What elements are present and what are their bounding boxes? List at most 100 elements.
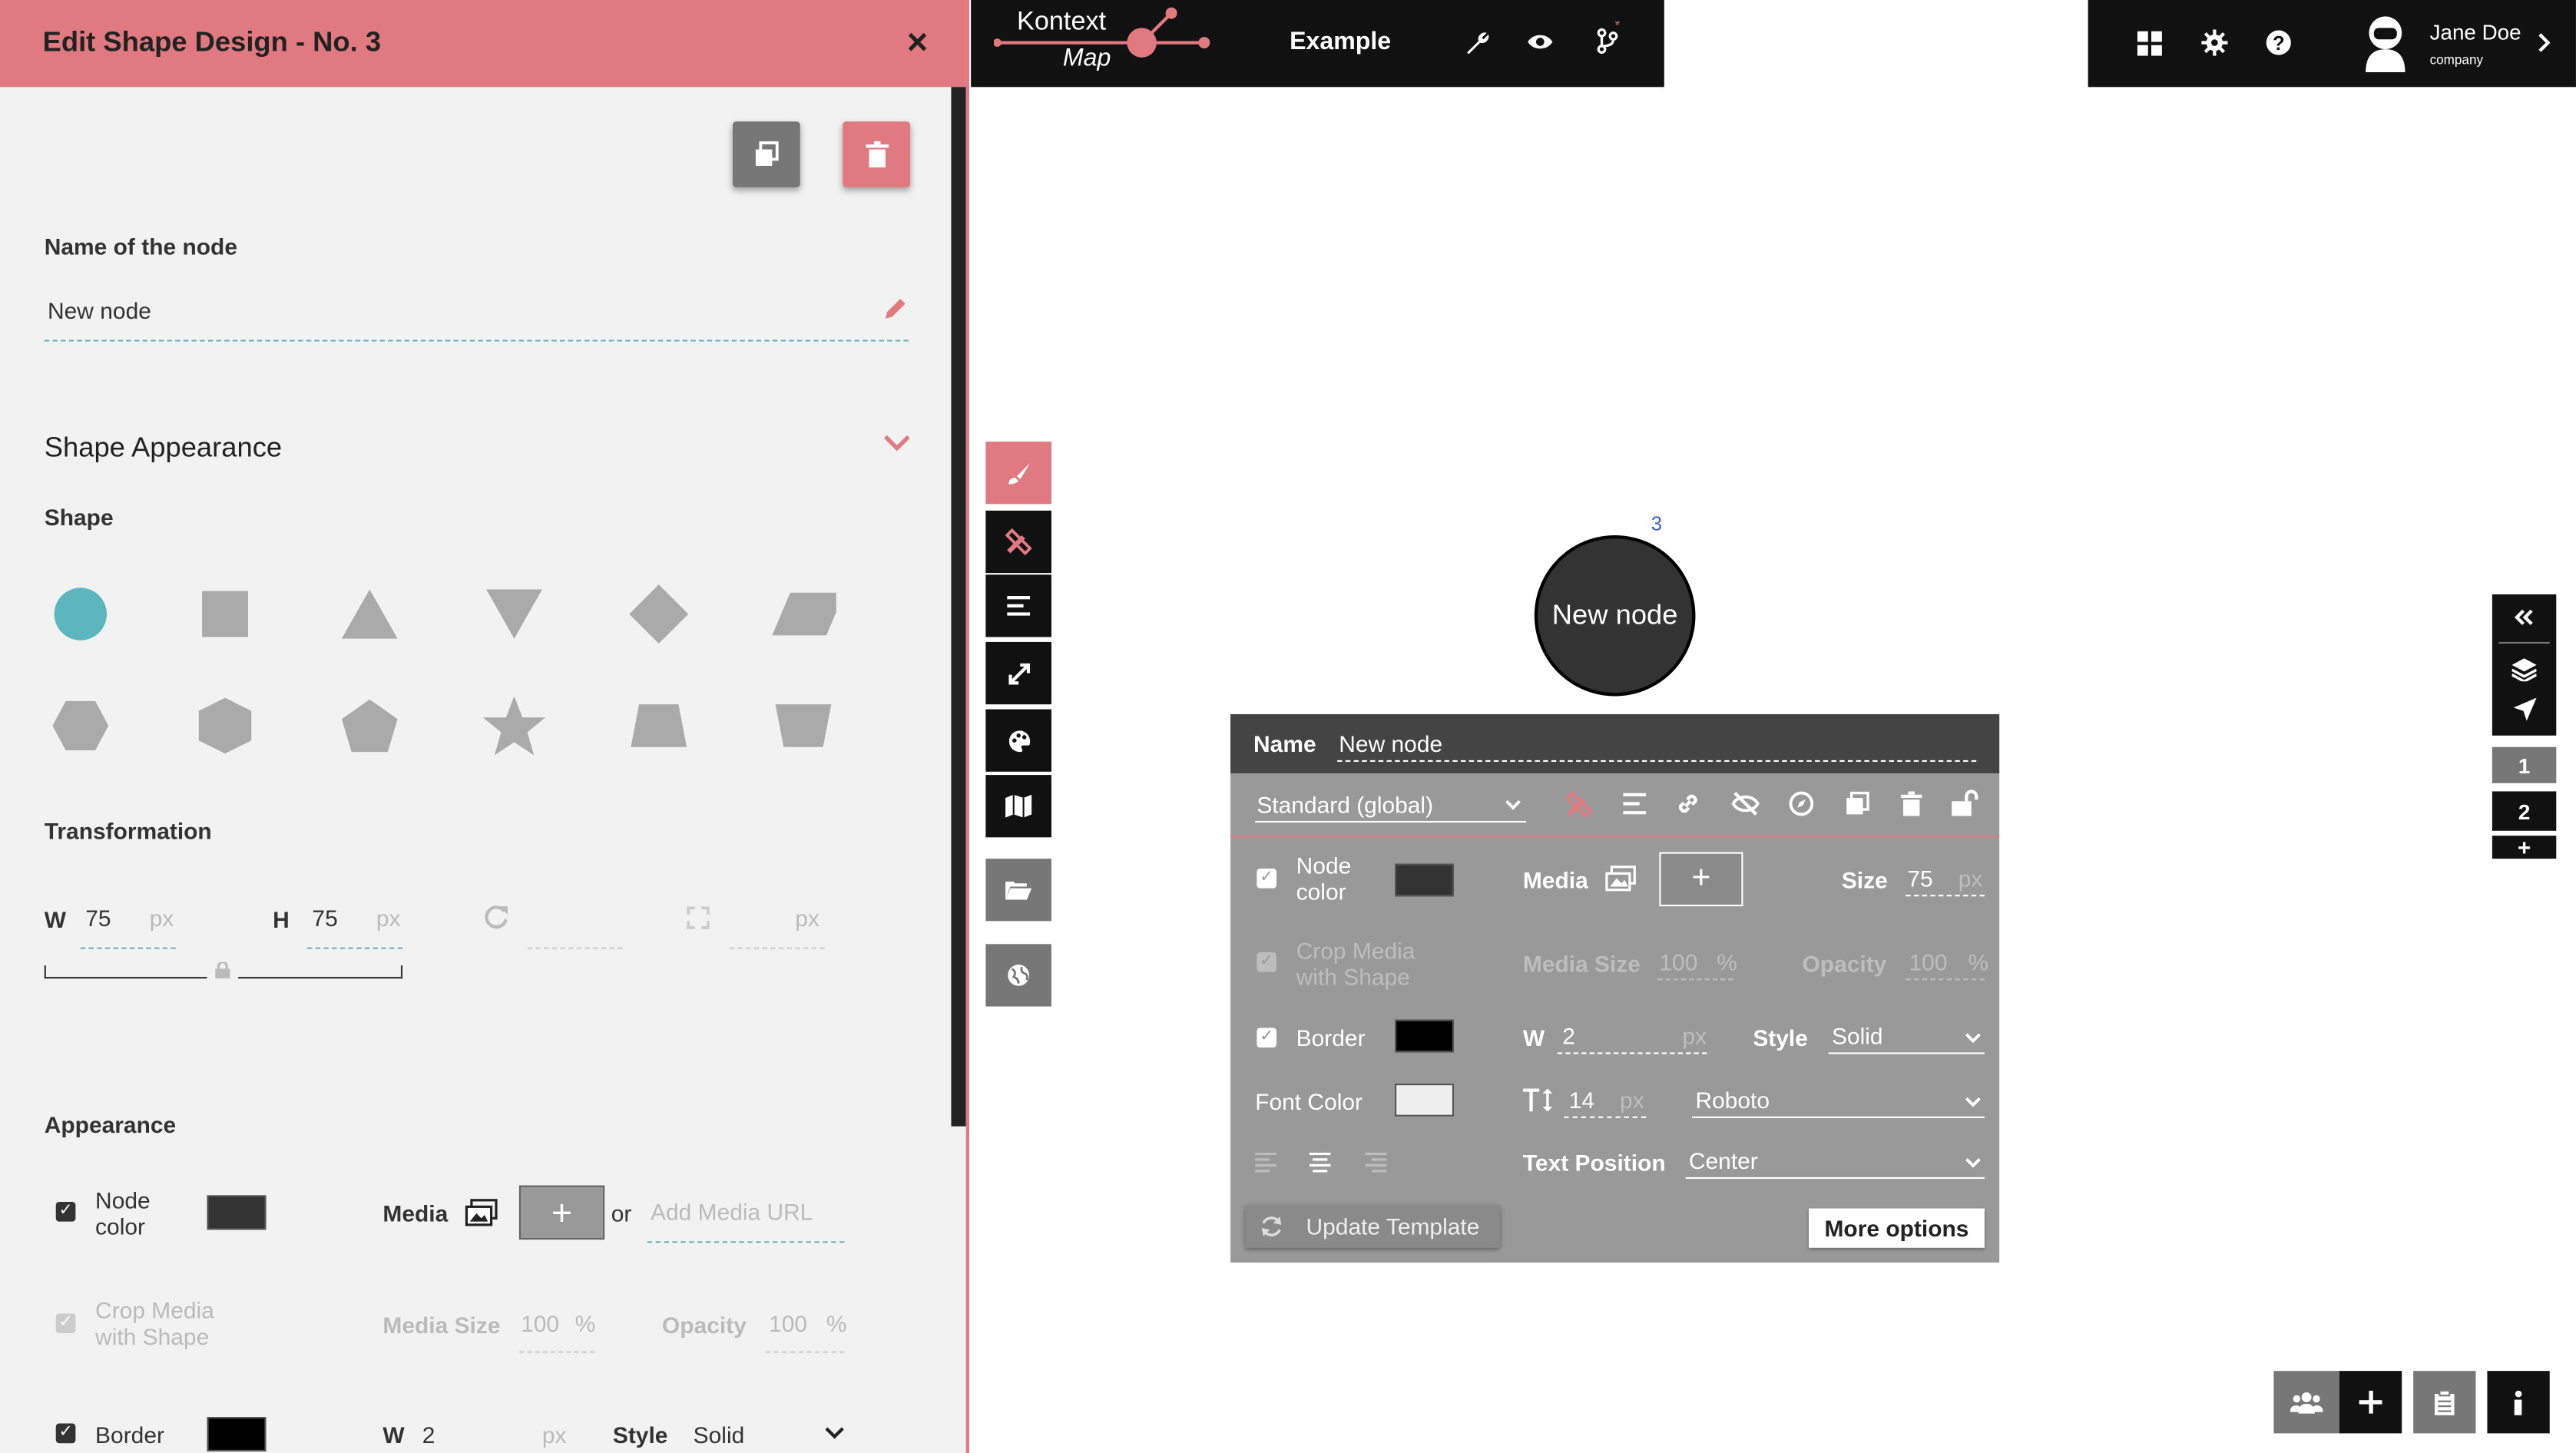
grid-icon[interactable] — [2137, 31, 2162, 56]
border-checkbox[interactable]: ✓ — [1257, 1028, 1277, 1048]
close-icon[interactable]: × — [907, 22, 929, 65]
width-input[interactable]: 75 px — [80, 900, 176, 949]
media-size-label: Media Size — [382, 1312, 501, 1339]
node-name-field[interactable]: New node — [44, 293, 909, 342]
shape-parallelogram-option[interactable] — [770, 581, 836, 647]
layer-2-button[interactable]: 2 — [2492, 791, 2557, 831]
align-right-icon[interactable] — [1365, 1152, 1387, 1173]
shape-triangle-option[interactable] — [336, 581, 402, 647]
eye-icon[interactable] — [1526, 31, 1554, 53]
add-media-button[interactable]: + — [518, 1185, 605, 1240]
eye-slash-icon[interactable] — [1731, 791, 1760, 816]
border-color-swatch[interactable] — [1395, 1019, 1455, 1053]
more-options-button[interactable]: More options — [1809, 1208, 1985, 1248]
height-input[interactable]: 75 px — [306, 900, 403, 949]
border-style-select[interactable]: Solid — [1828, 1018, 1985, 1054]
media-label: Media — [1522, 866, 1588, 894]
delete-button[interactable] — [843, 121, 911, 187]
ruler-pencil-icon[interactable] — [1565, 791, 1592, 818]
node-quick-edit-popup: Name New node Standard (global) ✓ Node c… — [1230, 713, 2000, 1263]
crop-media-checkbox[interactable]: ✓ — [55, 1313, 76, 1333]
clipboard-button[interactable] — [2413, 1371, 2476, 1434]
align-center-icon[interactable] — [1309, 1152, 1331, 1173]
design-tool[interactable] — [985, 510, 1051, 574]
node-color-checkbox[interactable]: ✓ — [1257, 868, 1277, 889]
border-checkbox[interactable]: ✓ — [55, 1423, 76, 1444]
link-icon[interactable] — [1676, 791, 1700, 816]
shape-trapezoid-option[interactable] — [626, 693, 692, 759]
font-family-select[interactable]: Roboto — [1692, 1082, 1985, 1118]
opacity-input[interactable]: 100 % — [1906, 944, 1988, 981]
globe-button[interactable] — [985, 944, 1051, 1007]
media-url-input[interactable]: Add Media URL — [647, 1193, 845, 1243]
shape-vertical-hexagon-option[interactable] — [192, 693, 258, 759]
border-style-select[interactable]: Solid — [694, 1422, 745, 1448]
shape-inverted-triangle-option[interactable] — [482, 581, 548, 647]
git-branch-icon[interactable]: * — [1595, 22, 1621, 55]
node-color-swatch[interactable] — [207, 1195, 267, 1230]
chevron-right-icon[interactable] — [2538, 33, 2551, 53]
shape-circle-option[interactable] — [48, 581, 114, 647]
chevron-down-icon[interactable] — [884, 435, 910, 452]
border-width-value[interactable]: 2 — [422, 1422, 435, 1448]
compass-icon[interactable] — [1789, 791, 1814, 816]
pencil-icon[interactable] — [884, 297, 907, 320]
text-position-select[interactable]: Center — [1685, 1143, 1985, 1180]
opacity-input[interactable]: 100 % — [765, 1306, 847, 1353]
size-input[interactable]: 75 px — [1906, 860, 1985, 897]
double-chevron-left-icon[interactable] — [2514, 609, 2535, 625]
media-size-input[interactable]: 100 % — [1657, 944, 1737, 981]
add-layer-button[interactable]: + — [2492, 834, 2557, 860]
align-text-tool[interactable] — [985, 574, 1051, 637]
layer-1-button[interactable]: 1 — [2492, 746, 2557, 783]
add-node-button[interactable] — [2339, 1371, 2402, 1434]
rotation-input[interactable] — [527, 947, 623, 949]
font-size-input[interactable]: 14 px — [1564, 1082, 1647, 1118]
user-name[interactable]: Jane Doe — [2430, 20, 2521, 45]
shape-pentagon-option[interactable] — [336, 693, 402, 759]
border-color-swatch[interactable] — [207, 1417, 267, 1451]
map-tool[interactable] — [985, 775, 1051, 838]
wrench-icon[interactable] — [1464, 29, 1490, 55]
square-icon — [202, 591, 248, 637]
update-template-button[interactable]: Update Template — [1245, 1205, 1500, 1248]
copy-icon[interactable] — [1845, 791, 1869, 816]
shape-star-option[interactable] — [482, 693, 548, 759]
editor-scrollbar[interactable] — [951, 87, 966, 1127]
node-color-checkbox[interactable]: ✓ — [55, 1201, 76, 1222]
map-name[interactable]: Example — [1290, 28, 1391, 55]
shape-diamond-option[interactable] — [626, 581, 692, 647]
shape-square-option[interactable] — [192, 581, 258, 647]
template-select[interactable]: Standard (global) — [1255, 786, 1527, 823]
scale-input[interactable]: px — [729, 900, 825, 949]
gear-icon[interactable] — [2201, 29, 2228, 56]
font-color-swatch[interactable] — [1395, 1084, 1455, 1117]
info-button[interactable] — [2487, 1371, 2550, 1434]
shape-inverted-trapezoid-option[interactable] — [770, 693, 836, 759]
node-color-swatch[interactable] — [1395, 863, 1455, 897]
chevron-down-icon[interactable] — [825, 1427, 845, 1440]
style-brush-tool[interactable] — [985, 442, 1051, 505]
help-icon[interactable]: ? — [2266, 29, 2292, 55]
trash-icon[interactable] — [1900, 791, 1922, 816]
border-width-input[interactable]: 2 px — [1557, 1018, 1707, 1054]
open-folder-button[interactable] — [985, 859, 1051, 922]
align-left-icon[interactable] — [1623, 793, 1647, 815]
media-size-input[interactable]: 100 % — [518, 1306, 595, 1353]
avatar-icon[interactable] — [2361, 13, 2410, 73]
duplicate-button[interactable] — [732, 121, 800, 187]
popup-name-input[interactable]: New node — [1337, 724, 1977, 762]
color-palette-tool[interactable] — [985, 709, 1051, 772]
canvas-node[interactable]: New node — [1534, 535, 1696, 697]
add-media-button[interactable]: + — [1659, 852, 1743, 907]
unlock-icon[interactable] — [1952, 789, 1979, 816]
align-left-icon[interactable] — [1255, 1152, 1277, 1173]
resize-tool[interactable] — [985, 641, 1051, 705]
location-arrow-icon[interactable] — [2512, 697, 2536, 721]
crop-media-checkbox[interactable]: ✓ — [1257, 952, 1277, 972]
collaborators-button[interactable] — [2273, 1371, 2339, 1434]
shape-hexagon-option[interactable] — [48, 693, 114, 759]
svg-text:*: * — [1615, 22, 1621, 33]
lock-icon[interactable] — [215, 961, 230, 979]
layers-icon[interactable] — [2511, 659, 2537, 683]
